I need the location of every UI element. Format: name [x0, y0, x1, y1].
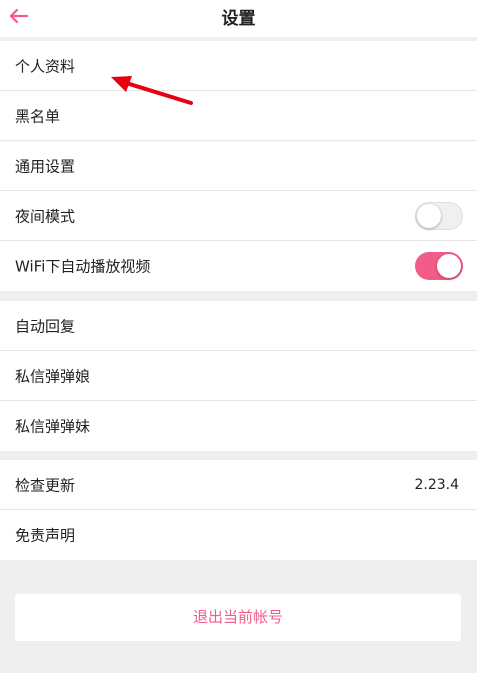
settings-group-messages: 自动回复 私信弹弹娘 私信弹弹妹 [0, 301, 477, 451]
row-label: 私信弹弹妹 [15, 417, 91, 436]
toggle-knob [437, 254, 461, 278]
top-bar: 设置 [0, 0, 477, 37]
row-label: 个人资料 [15, 57, 76, 75]
row-label: 私信弹弹娘 [15, 367, 91, 385]
settings-group-about: 检查更新 2.23.4 免责声明 [0, 460, 477, 560]
row-label: 通用设置 [15, 157, 76, 175]
toggle-knob [417, 203, 441, 228]
version-value: 2.23.4 [414, 476, 459, 493]
row-wifi-autoplay: WiFi下自动播放视频 [0, 241, 477, 291]
row-dm-niang[interactable]: 私信弹弹娘 [0, 351, 477, 401]
row-label: 检查更新 [15, 476, 76, 494]
logout-button[interactable]: 退出当前帐号 [15, 594, 461, 641]
row-dm-mei[interactable]: 私信弹弹妹 [0, 401, 477, 451]
settings-group-account: 个人资料 黑名单 通用设置 夜间模式 WiFi下自动播放视频 [0, 41, 477, 291]
row-check-update[interactable]: 检查更新 2.23.4 [0, 460, 477, 510]
row-label: 夜间模式 [15, 207, 76, 225]
page-title: 设置 [221, 9, 256, 29]
row-night-mode: 夜间模式 [0, 191, 477, 241]
row-label: WiFi下自动播放视频 [15, 257, 151, 276]
row-general-settings[interactable]: 通用设置 [0, 141, 477, 191]
row-label: 黑名单 [15, 107, 61, 125]
row-auto-reply[interactable]: 自动回复 [0, 301, 477, 351]
row-label: 自动回复 [15, 317, 76, 335]
wifi-autoplay-toggle[interactable] [415, 252, 463, 280]
row-label: 免责声明 [15, 526, 76, 545]
row-blacklist[interactable]: 黑名单 [0, 91, 477, 141]
row-profile[interactable]: 个人资料 [0, 41, 477, 91]
annotation-arrow-icon [111, 76, 193, 105]
row-disclaimer[interactable]: 免责声明 [0, 510, 477, 560]
night-mode-toggle[interactable] [415, 201, 463, 230]
